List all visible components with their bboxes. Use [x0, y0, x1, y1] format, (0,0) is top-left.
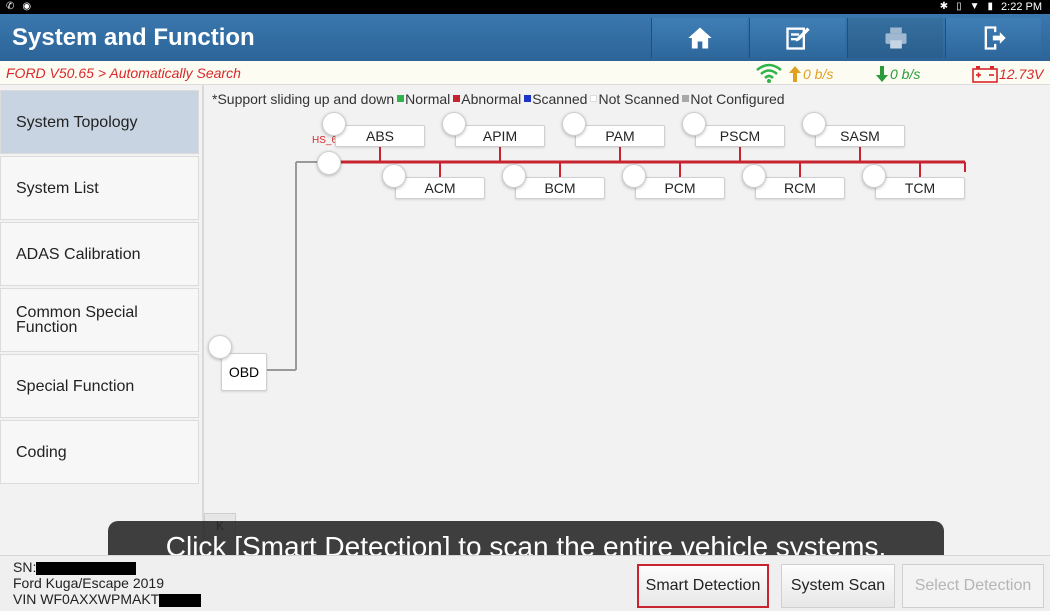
sidebar-item-label: System List	[16, 179, 99, 197]
android-status-bar: ✆ ◉ ✱ ▯ ▼ ▮ 2:22 PM	[0, 0, 1050, 14]
legend-hint: *Support sliding up and down	[212, 91, 395, 107]
bluetooth-icon: ✱	[939, 1, 949, 12]
legend-label-not-configured: Not Configured	[690, 91, 785, 107]
edit-note-icon	[785, 27, 810, 50]
module-status-bubble	[442, 112, 466, 136]
obd-node-bubble	[208, 335, 232, 359]
sidebar-item-special-function[interactable]: Special Function	[0, 354, 199, 418]
serial-number: SN:	[13, 559, 201, 575]
module-node-pcm[interactable]: PCM	[635, 177, 725, 199]
download-rate: 0 b/s	[875, 65, 920, 83]
legend-label-abnormal: Abnormal	[461, 91, 522, 107]
sidebar-item-label: Common Special Function	[16, 304, 138, 336]
vin-label: VIN WF0AXXWPMAKT	[13, 591, 160, 607]
legend-swatch-not-scanned	[590, 95, 598, 102]
download-rate-value: 0 b/s	[890, 66, 921, 82]
bluetooth-badge-icon: ◉	[22, 1, 32, 12]
breadcrumb: FORD V50.65 > Automatically Search	[6, 65, 241, 81]
print-button[interactable]	[847, 18, 943, 58]
home-icon	[687, 27, 712, 49]
module-node-pscm[interactable]: PSCM	[695, 125, 785, 147]
module-node-acm[interactable]: ACM	[395, 177, 485, 199]
module-status-bubble	[382, 164, 406, 188]
system-scan-button[interactable]: System Scan	[781, 564, 895, 608]
module-status-bubble	[682, 112, 706, 136]
vehicle-model: Ford Kuga/Escape 2019	[13, 575, 164, 591]
upload-arrow-icon	[789, 66, 801, 82]
module-status-bubble	[322, 112, 346, 136]
sidebar-item-coding[interactable]: Coding	[0, 420, 199, 484]
sidebar-item-adas-calibration[interactable]: ADAS Calibration	[0, 222, 199, 286]
module-status-bubble	[562, 112, 586, 136]
module-node-apim[interactable]: APIM	[455, 125, 545, 147]
legend-label-normal: Normal	[405, 91, 451, 107]
car-battery-icon	[972, 66, 998, 83]
module-status-bubble	[742, 164, 766, 188]
wifi-signal-icon	[756, 63, 782, 83]
exit-button[interactable]	[945, 18, 1041, 58]
home-button[interactable]	[651, 18, 747, 58]
battery-icon: ▮	[987, 1, 994, 12]
sidebar: System Topology System List ADAS Calibra…	[0, 90, 201, 486]
module-status-bubble	[502, 164, 526, 188]
module-node-abs[interactable]: ABS	[335, 125, 425, 147]
serial-number-label: SN:	[13, 559, 37, 575]
title-bar: System and Function	[0, 14, 1050, 61]
module-node-rcm[interactable]: RCM	[755, 177, 845, 199]
info-bar: FORD V50.65 > Automatically Search 0 b/s…	[0, 61, 1050, 85]
bus-node-bubble	[317, 151, 341, 175]
sidebar-item-label: Coding	[16, 443, 67, 461]
module-node-pam[interactable]: PAM	[575, 125, 665, 147]
redaction-bar	[36, 561, 137, 575]
module-status-bubble	[862, 164, 886, 188]
module-status-bubble	[802, 112, 826, 136]
printer-icon	[885, 27, 906, 49]
redaction-bar	[159, 593, 202, 607]
module-node-bcm[interactable]: BCM	[515, 177, 605, 199]
legend-swatch-not-configured	[682, 95, 690, 102]
upload-rate: 0 b/s	[788, 65, 833, 83]
battery-voltage: 12.73V	[972, 65, 1043, 83]
module-status-bubble	[622, 164, 646, 188]
wifi-icon: ▼	[969, 1, 980, 12]
sidebar-item-system-topology[interactable]: System Topology	[0, 90, 199, 154]
bottom-bar: SN: Ford Kuga/Escape 2019 VIN WF0AXXWPMA…	[0, 555, 1050, 611]
vehicle-info: SN: Ford Kuga/Escape 2019 VIN WF0AXXWPMA…	[13, 559, 202, 607]
legend-label-scanned: Scanned	[532, 91, 588, 107]
download-arrow-icon	[876, 66, 888, 82]
module-node-tcm[interactable]: TCM	[875, 177, 965, 199]
clock: 2:22 PM	[1001, 1, 1042, 13]
page-title: System and Function	[12, 24, 255, 51]
topology-panel[interactable]: *Support sliding up and down Normal Abno…	[204, 85, 1050, 555]
legend-swatch-normal	[397, 95, 405, 102]
obd-node[interactable]: OBD	[221, 353, 267, 391]
sidebar-item-label: Special Function	[16, 377, 135, 395]
vehicle-vin: VIN WF0AXXWPMAKT	[13, 591, 202, 607]
module-node-sasm[interactable]: SASM	[815, 125, 905, 147]
legend: *Support sliding up and down Normal Abno…	[212, 91, 785, 107]
sidebar-item-label: ADAS Calibration	[16, 245, 141, 263]
upload-rate-value: 0 b/s	[803, 66, 834, 82]
sidebar-item-system-list[interactable]: System List	[0, 156, 199, 220]
legend-label-not-scanned: Not Scanned	[598, 91, 680, 107]
legend-swatch-scanned	[524, 95, 532, 102]
sidebar-item-common-special-function[interactable]: Common Special Function	[0, 288, 199, 352]
legend-swatch-abnormal	[453, 95, 461, 102]
battery-voltage-value: 12.73V	[999, 66, 1044, 82]
sidebar-item-label: System Topology	[16, 113, 138, 131]
exit-icon	[984, 26, 1006, 50]
vibrate-icon: ▯	[956, 1, 962, 12]
select-detection-button[interactable]: Select Detection	[902, 564, 1044, 608]
call-icon: ✆	[6, 1, 15, 12]
edit-report-button[interactable]	[749, 18, 845, 58]
smart-detection-button[interactable]: Smart Detection	[637, 564, 769, 608]
